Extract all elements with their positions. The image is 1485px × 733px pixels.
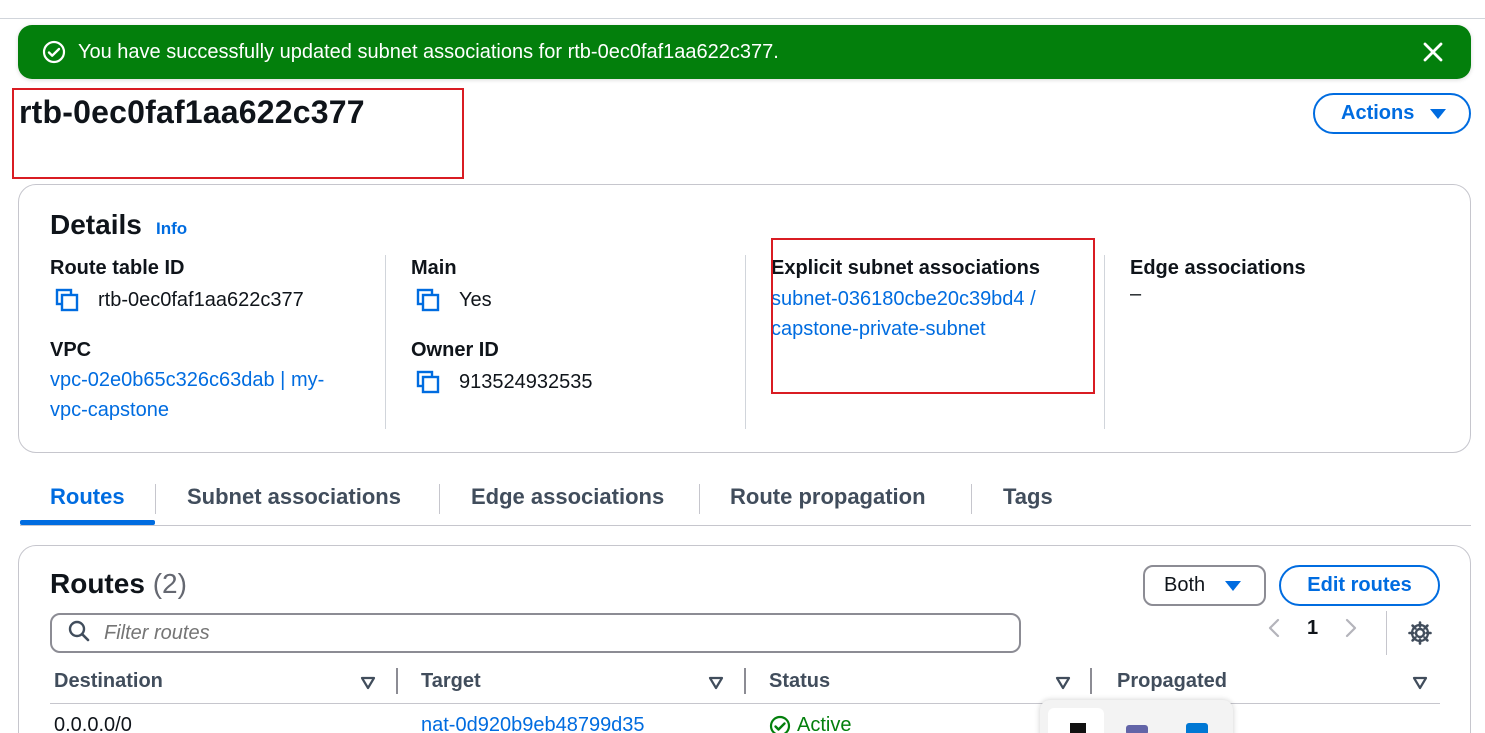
column-header-status[interactable]: Status xyxy=(769,670,830,693)
main-label: Main xyxy=(411,257,457,279)
route-table-id-label: Route table ID xyxy=(50,257,185,279)
route-target-link[interactable]: nat-0d920b9eb48799d35 xyxy=(421,710,645,733)
route-status-text: Active xyxy=(797,714,852,733)
routes-heading: Routes (2) xyxy=(50,568,187,600)
vpc-link[interactable]: vpc-02e0b65c326c63dab | my- xyxy=(50,365,324,395)
details-heading: Details xyxy=(50,209,142,240)
top-divider xyxy=(0,18,1485,19)
routes-count: (2) xyxy=(152,568,187,599)
route-status: Active xyxy=(769,714,851,733)
close-icon[interactable] xyxy=(1421,40,1445,64)
main-value: Yes xyxy=(459,288,492,311)
tab-divider xyxy=(439,484,440,514)
column-header-destination[interactable]: Destination xyxy=(54,670,163,693)
tab-subnet-associations[interactable]: Subnet associations xyxy=(187,484,401,510)
tab-routes[interactable]: Routes xyxy=(50,484,125,510)
tab-divider xyxy=(699,484,700,514)
chevron-left-icon[interactable] xyxy=(1263,616,1287,640)
app-icon[interactable] xyxy=(1186,723,1208,733)
edge-associations-label: Edge associations xyxy=(1130,257,1306,279)
actions-button-label: Actions xyxy=(1341,102,1415,124)
floating-app-switcher[interactable] xyxy=(1040,700,1233,733)
details-column-2: Main Yes Owner ID 913524932535 xyxy=(411,257,592,395)
vpc-link-continued[interactable]: vpc-capstone xyxy=(50,395,324,425)
routes-panel: Routes (2) Both Edit routes 1 Destinatio… xyxy=(18,545,1471,733)
page-number[interactable]: 1 xyxy=(1307,617,1318,640)
info-link[interactable]: Info xyxy=(156,219,187,239)
actions-button[interactable]: Actions xyxy=(1313,93,1471,134)
column-header-target[interactable]: Target xyxy=(421,670,481,693)
caret-down-icon xyxy=(1225,580,1242,591)
app-icon[interactable] xyxy=(1070,723,1086,733)
details-panel: Details Info Route table ID rtb-0ec0faf1… xyxy=(18,184,1471,453)
chevron-right-icon[interactable] xyxy=(1338,616,1362,640)
column-divider xyxy=(744,668,746,694)
column-divider xyxy=(1090,668,1092,694)
tab-bar: Routes Subnet associations Edge associat… xyxy=(20,476,1471,526)
status-check-icon xyxy=(769,715,791,733)
tab-edge-associations[interactable]: Edge associations xyxy=(471,484,664,510)
pagination: 1 xyxy=(1263,616,1362,640)
table-header: Destination Target Status Propagated xyxy=(50,668,1440,704)
owner-id-label: Owner ID xyxy=(411,339,499,361)
column-divider xyxy=(1104,255,1105,429)
details-column-4: Edge associations – xyxy=(1130,257,1306,306)
copy-icon[interactable] xyxy=(415,369,441,395)
copy-icon[interactable] xyxy=(415,287,441,313)
column-divider xyxy=(385,255,386,429)
column-divider xyxy=(745,255,746,429)
success-flashbar: You have successfully updated subnet ass… xyxy=(18,25,1471,79)
edit-routes-button[interactable]: Edit routes xyxy=(1279,565,1440,606)
tab-divider xyxy=(971,484,972,514)
edge-associations-value: – xyxy=(1130,283,1142,305)
search-icon xyxy=(68,620,90,647)
tab-tags[interactable]: Tags xyxy=(1003,484,1053,510)
tab-divider xyxy=(155,484,156,514)
column-divider xyxy=(396,668,398,694)
details-column-1: Route table ID rtb-0ec0faf1aa622c377 VPC… xyxy=(50,257,324,425)
success-check-icon xyxy=(42,40,66,64)
filter-routes-input[interactable] xyxy=(104,621,954,645)
active-tab-indicator xyxy=(20,520,155,525)
vpc-label: VPC xyxy=(50,339,92,361)
filter-routes-field[interactable] xyxy=(50,613,1021,653)
route-filter-select[interactable]: Both xyxy=(1143,565,1266,606)
pager-divider xyxy=(1386,611,1387,655)
highlight-box-title xyxy=(12,88,464,179)
owner-id-value: 913524932535 xyxy=(459,370,593,393)
teams-icon[interactable] xyxy=(1126,725,1148,733)
routes-title: Routes xyxy=(50,568,145,599)
route-table-id-value: rtb-0ec0faf1aa622c377 xyxy=(98,288,304,311)
route-filter-select-value: Both xyxy=(1164,574,1206,596)
flash-message: You have successfully updated subnet ass… xyxy=(78,40,779,63)
column-header-propagated[interactable]: Propagated xyxy=(1117,670,1227,693)
highlight-box-explicit-associations xyxy=(771,238,1095,394)
tab-route-propagation[interactable]: Route propagation xyxy=(730,484,926,510)
gear-icon[interactable] xyxy=(1407,620,1433,646)
route-destination: 0.0.0.0/0 xyxy=(54,714,132,733)
copy-icon[interactable] xyxy=(54,287,80,313)
caret-down-icon xyxy=(1430,108,1447,119)
